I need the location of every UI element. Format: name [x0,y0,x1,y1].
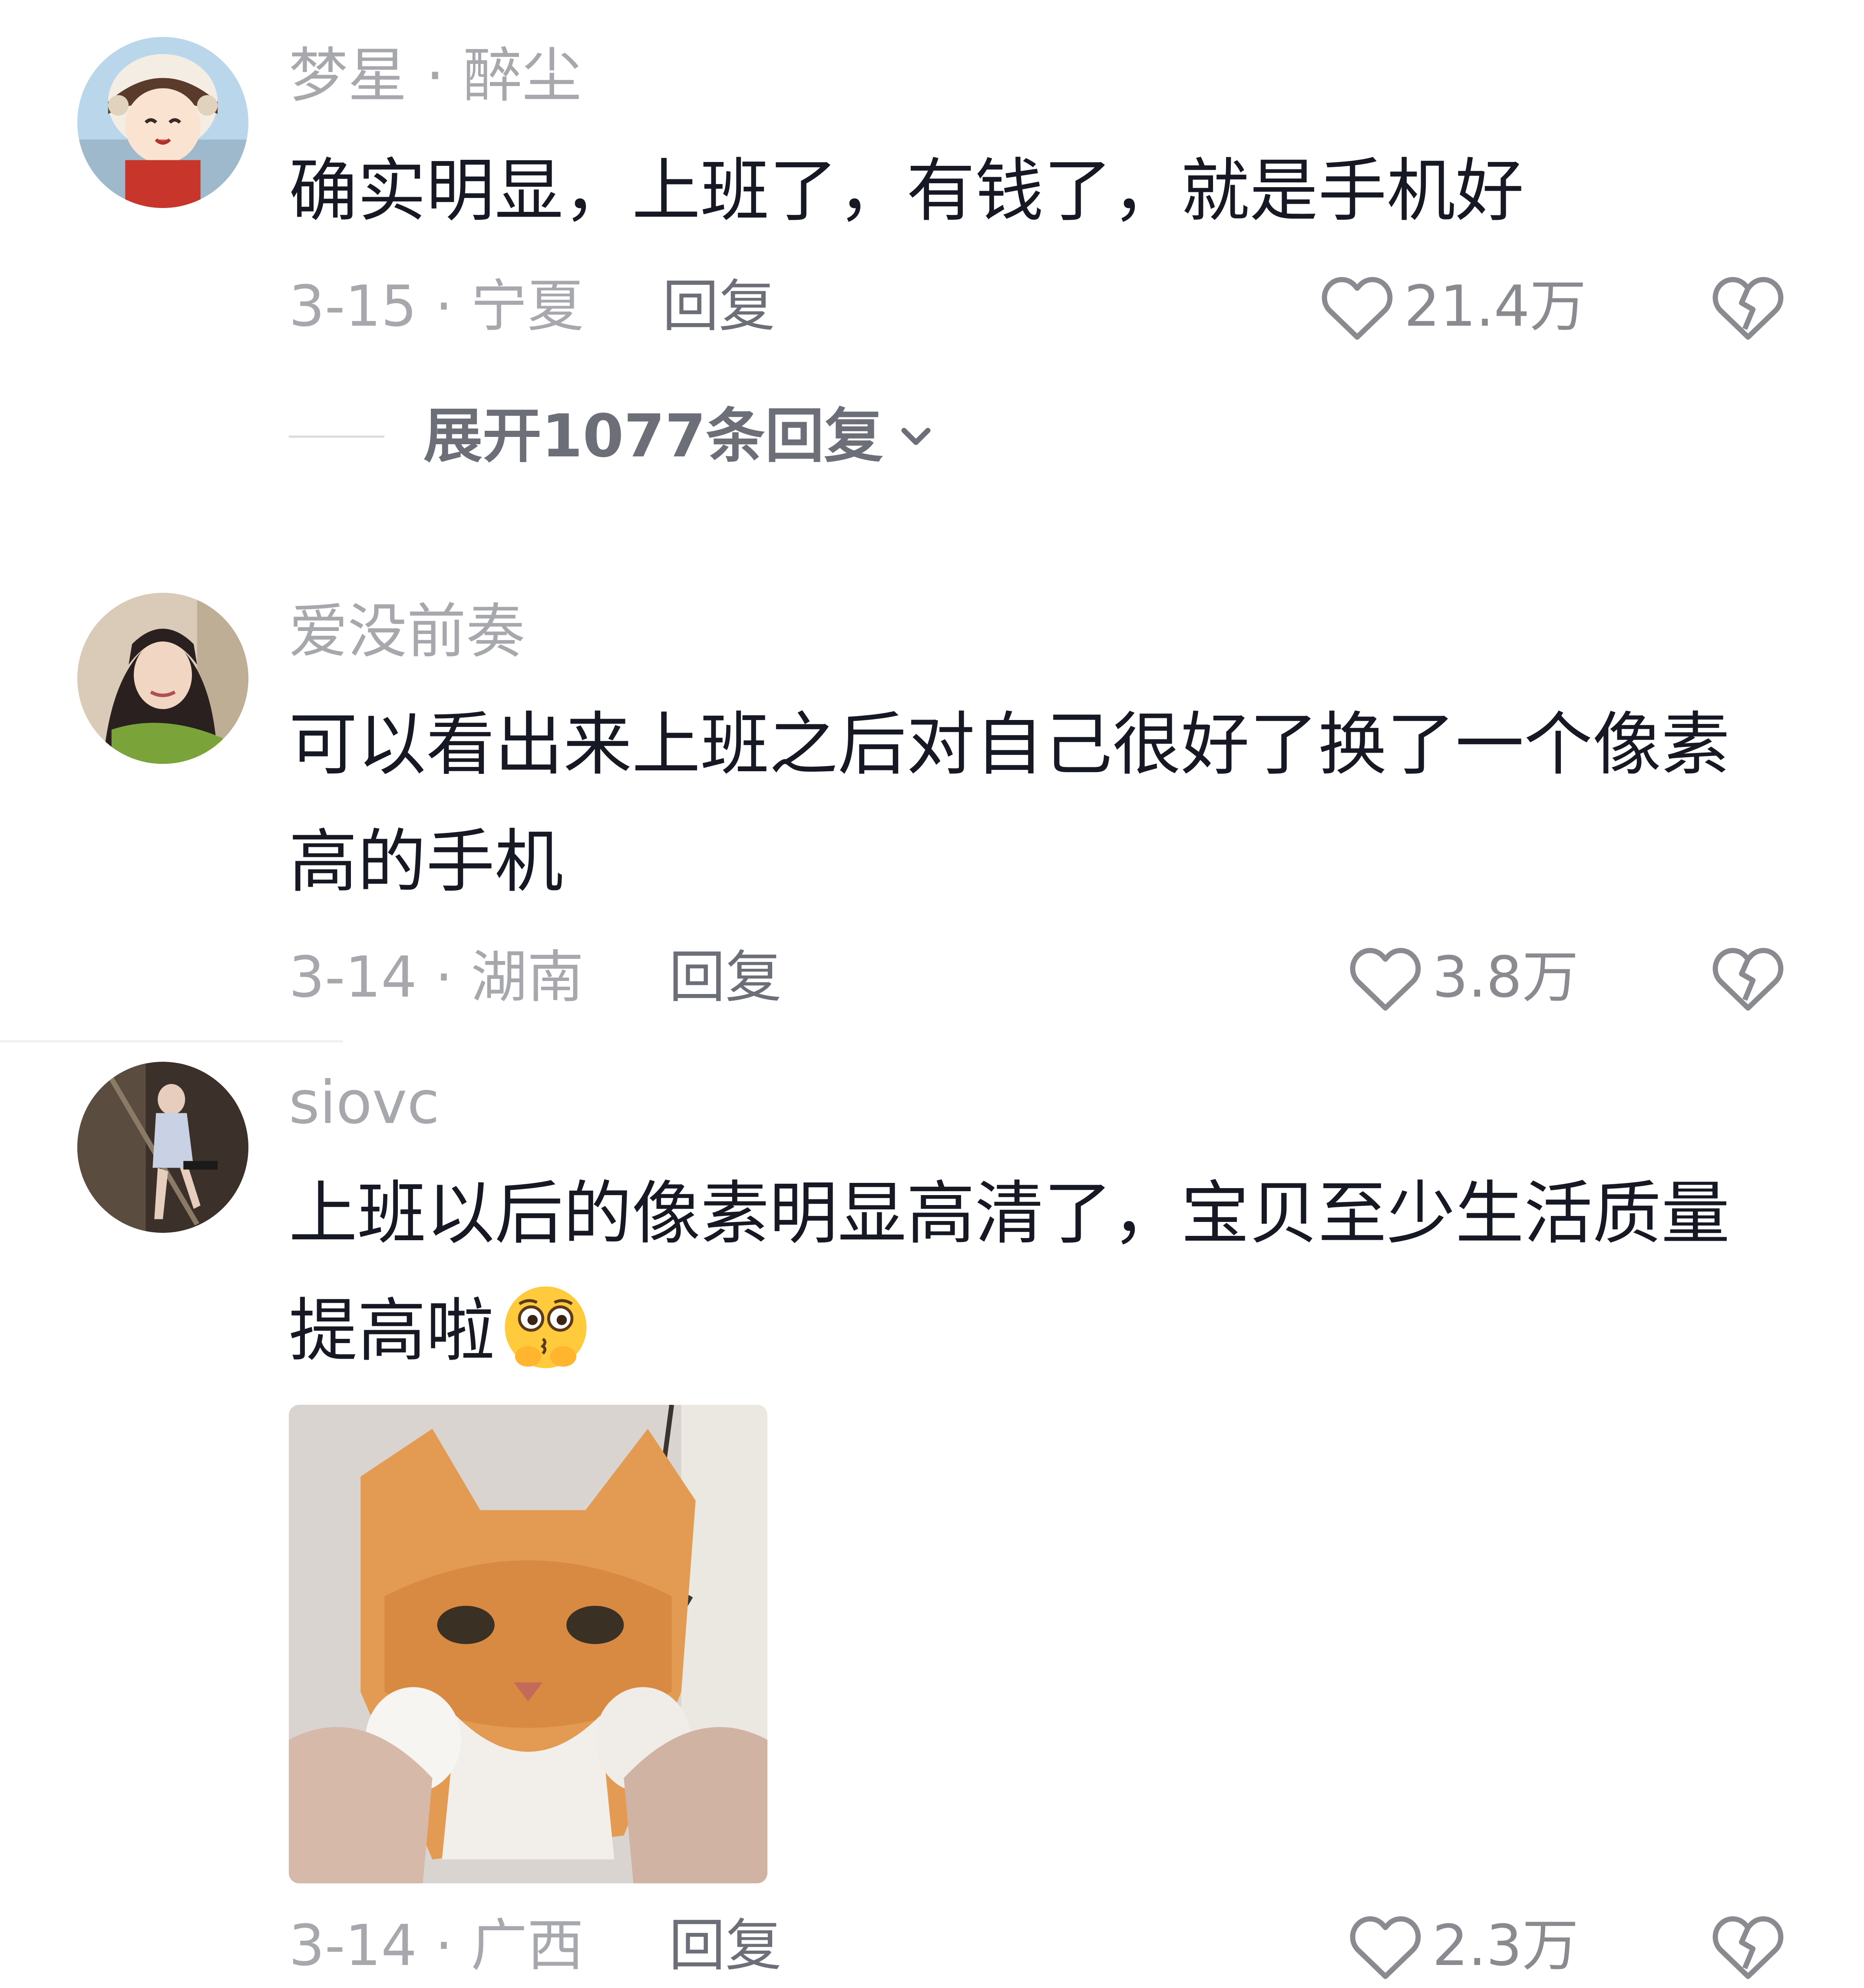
avatar-image [77,37,248,208]
cat-sticker-image [289,1405,767,1883]
reply-button[interactable]: 回复 [669,942,782,1012]
expand-replies-button[interactable]: 展开1077条回复 [289,397,940,476]
like-count: 2.3万 [1432,1912,1579,1978]
broken-heart-icon [1712,1916,1784,1979]
dislike-button[interactable] [1709,269,1787,343]
avatar-image [77,593,248,764]
divider [0,1040,343,1043]
heart-outline-icon [1350,1916,1421,1979]
expand-replies-label: 展开1077条回复 [423,402,883,471]
reply-button[interactable]: 回复 [662,271,775,341]
comment-text: 确实明显，上班了，有钱了，就是手机好 [289,151,1524,231]
comment-username[interactable]: 爱没前奏 [289,597,525,667]
comment-username[interactable]: siovc [289,1068,440,1138]
comment-date-location: 3-15 · 宁夏 [289,273,584,339]
dislike-button[interactable] [1709,1909,1787,1982]
chevron-down-icon [901,428,930,445]
like-count: 3.8万 [1432,944,1579,1010]
heart-outline-icon [1350,948,1421,1011]
broken-heart-icon [1712,277,1784,340]
like-button[interactable]: 3.8万 [1346,938,1579,1016]
comment-text: 上班以后的像素明显高清了，宝贝至少生活质量提高啦 [289,1155,1787,1390]
comment-date-location: 3-14 · 湖南 [289,944,584,1010]
avatar[interactable] [77,37,248,208]
comment-date-location: 3-14 · 广西 [289,1912,584,1978]
comment-username[interactable]: 梦星 · 醉尘 [289,41,582,111]
like-button[interactable]: 2.3万 [1346,1906,1579,1985]
avatar[interactable] [77,593,248,764]
broken-heart-icon [1712,948,1784,1011]
reply-button[interactable]: 回复 [669,1911,782,1980]
pleading-face-emoji [505,1286,587,1368]
like-count: 21.4万 [1404,273,1586,339]
heart-outline-icon [1322,277,1393,340]
comment-text: 可以看出来上班之后对自己很好了换了一个像素高的手机 [289,705,1730,902]
like-button[interactable]: 21.4万 [1318,267,1586,345]
divider-line [289,435,384,438]
dislike-button[interactable] [1709,940,1787,1014]
avatar[interactable] [77,1062,248,1233]
comment-image[interactable] [289,1405,767,1883]
avatar-image [77,1062,248,1233]
